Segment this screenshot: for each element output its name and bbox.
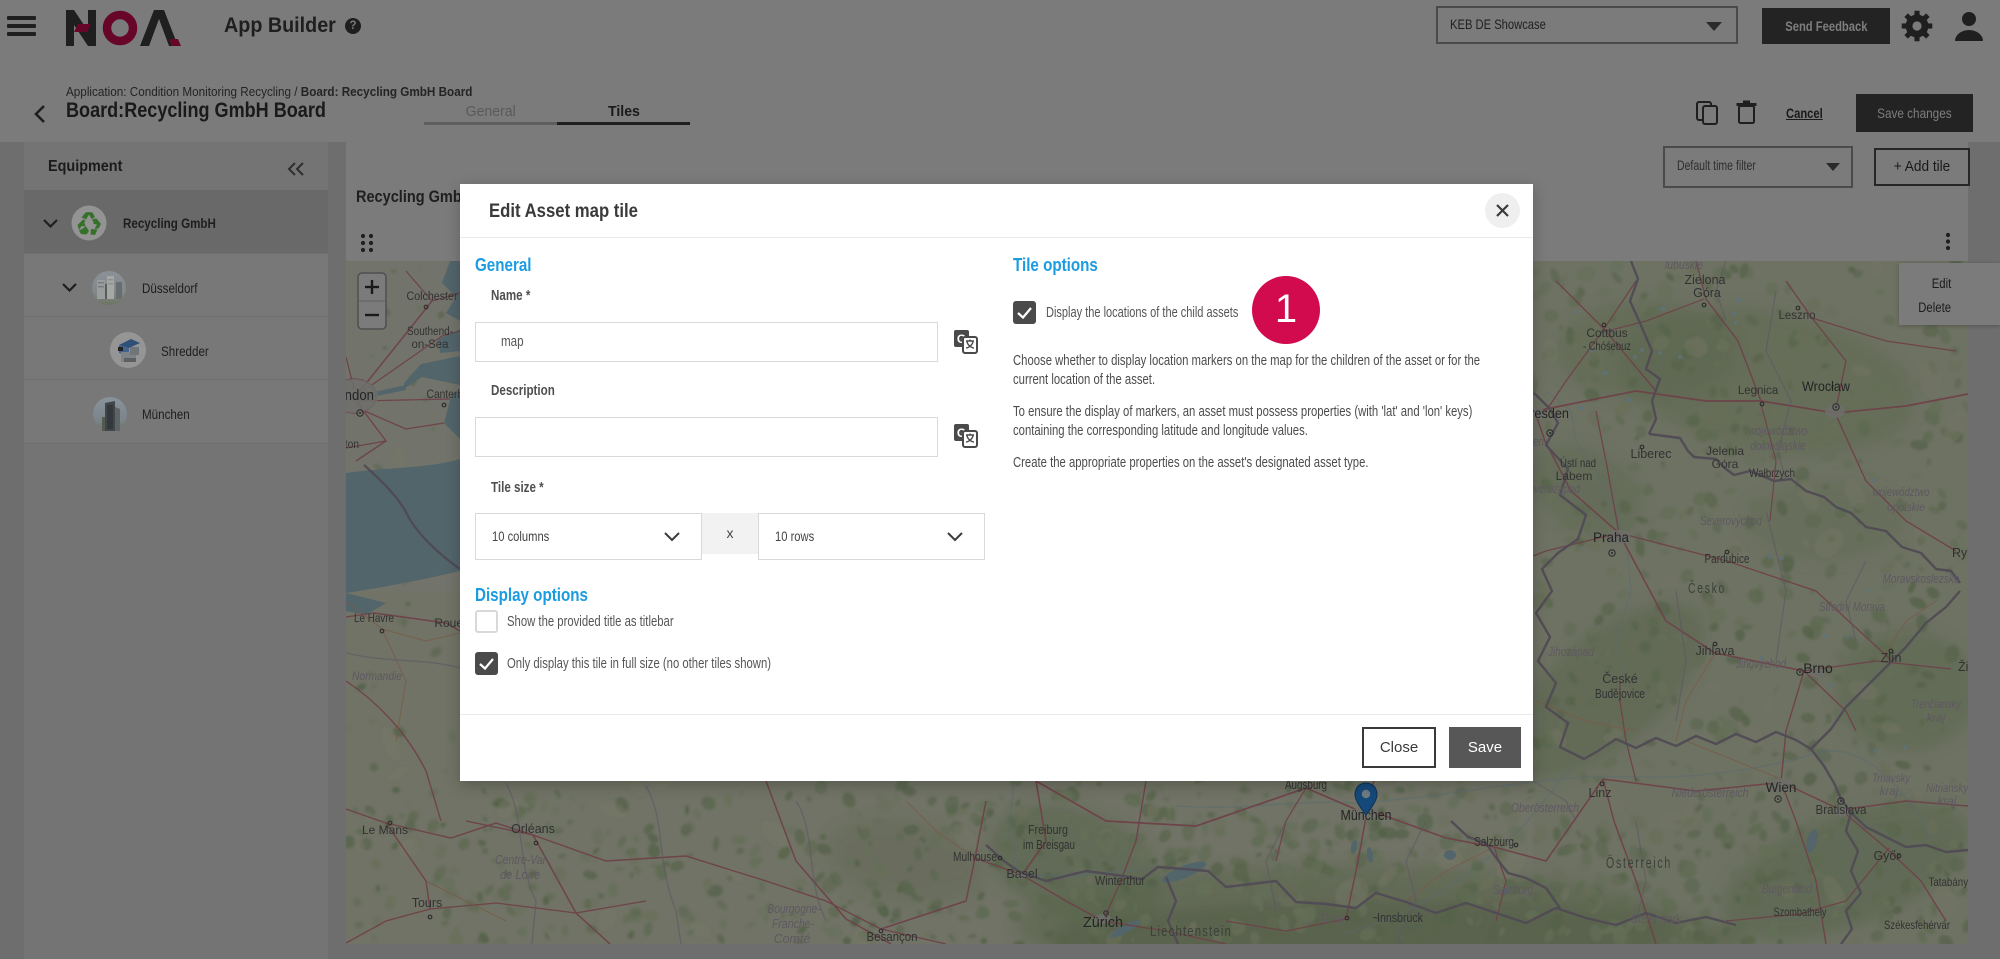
svg-text:Leszno: Leszno: [1778, 310, 1815, 322]
svg-text:Mulhouse: Mulhouse: [953, 850, 997, 864]
svg-text:- Chóśebuz: - Chóśebuz: [1583, 339, 1631, 353]
svg-text:Southend-: Southend-: [407, 326, 453, 338]
svg-text:Liberec: Liberec: [1631, 447, 1672, 461]
svg-text:Střední Morava: Střední Morava: [1819, 600, 1885, 614]
svg-text:Labem: Labem: [1556, 469, 1593, 483]
svg-text:Wien: Wien: [1766, 780, 1797, 795]
svg-text:Franche-: Franche-: [772, 917, 814, 931]
svg-text:Budějovice: Budějovice: [1595, 687, 1645, 701]
svg-text:Innsbruck: Innsbruck: [1377, 911, 1424, 925]
svg-text:Oberösterreich: Oberösterreich: [1511, 801, 1579, 815]
svg-text:Comté: Comté: [774, 932, 811, 944]
svg-text:Severovýchod: Severovýchod: [1700, 514, 1763, 528]
svg-text:Orléans: Orléans: [511, 822, 555, 836]
svg-text:Winterthur: Winterthur: [1095, 874, 1145, 888]
svg-text:Tirol: Tirol: [1318, 912, 1343, 926]
svg-text:Colchester: Colchester: [407, 291, 458, 303]
svg-text:Tours: Tours: [412, 896, 443, 910]
svg-text:Góra: Góra: [1712, 457, 1739, 471]
svg-text:Normandie: Normandie: [352, 669, 402, 683]
svg-text:Legnica: Legnica: [1738, 385, 1779, 397]
svg-text:Jihozápad: Jihozápad: [1547, 645, 1595, 659]
svg-text:Le Mans: Le Mans: [362, 823, 408, 837]
svg-text:de Loire: de Loire: [500, 868, 540, 882]
svg-text:kraj: kraj: [1938, 796, 1957, 808]
svg-text:województwo: województwo: [1749, 424, 1808, 438]
svg-text:Nitriansky: Nitriansky: [1926, 783, 1968, 795]
svg-text:Trenčiansky: Trenčiansky: [1911, 699, 1962, 711]
svg-text:Linz: Linz: [1589, 786, 1612, 800]
svg-text:im Breisgau: im Breisgau: [1023, 838, 1075, 852]
svg-text:Burgenland: Burgenland: [1762, 882, 1813, 896]
svg-text:London: London: [346, 388, 374, 404]
svg-text:Góra: Góra: [1693, 286, 1721, 300]
svg-text:Salzburg: Salzburg: [1474, 835, 1514, 849]
svg-text:Česko: Česko: [1688, 580, 1726, 597]
svg-text:kraj: kraj: [1927, 713, 1946, 725]
svg-text:Székesfehérvár: Székesfehérvár: [1884, 918, 1950, 932]
svg-text:Österreich: Österreich: [1606, 854, 1672, 872]
svg-text:Trnavsky: Trnavsky: [1872, 773, 1911, 785]
svg-text:Ústí nad: Ústí nad: [1560, 455, 1596, 470]
svg-text:Jelenia: Jelenia: [1706, 444, 1744, 458]
svg-text:Liechtenstein: Liechtenstein: [1150, 924, 1232, 940]
svg-text:Salzburg: Salzburg: [1493, 883, 1533, 897]
svg-text:Basel: Basel: [1006, 867, 1037, 881]
svg-text:Praha: Praha: [1593, 530, 1630, 545]
svg-text:Zürich: Zürich: [1083, 915, 1123, 931]
svg-text:województwo: województwo: [1873, 485, 1930, 499]
svg-text:Cottbus: Cottbus: [1586, 326, 1627, 340]
svg-text:Freiburg: Freiburg: [1028, 823, 1068, 837]
svg-text:Žil: Žil: [1958, 659, 1968, 674]
svg-text:Bourgogne-: Bourgogne-: [768, 902, 821, 916]
svg-text:Győr: Győr: [1873, 849, 1900, 863]
svg-text:dolnośląskie: dolnośląskie: [1751, 439, 1806, 453]
svg-text:Niederösterreich: Niederösterreich: [1672, 786, 1749, 800]
svg-text:Brighton: Brighton: [346, 439, 359, 451]
svg-text:Jihovýchod: Jihovýchod: [1735, 657, 1787, 671]
svg-text:lubuskie: lubuskie: [1665, 261, 1703, 272]
svg-text:Steiermark: Steiermark: [1631, 912, 1682, 926]
svg-text:Brno: Brno: [1803, 660, 1833, 676]
svg-text:Zielona: Zielona: [1685, 273, 1726, 287]
svg-text:opolskie: opolskie: [1887, 500, 1925, 514]
svg-text:Besançon: Besançon: [867, 930, 918, 944]
svg-text:Le Havre: Le Havre: [354, 611, 394, 625]
svg-text:Tatabánya: Tatabánya: [1929, 875, 1969, 889]
svg-text:Moravskoslezsko: Moravskoslezsko: [1883, 572, 1960, 586]
svg-text:Wałbrzych: Wałbrzych: [1749, 466, 1795, 480]
svg-text:on-Sea: on-Sea: [411, 339, 449, 351]
svg-text:Wrocław: Wrocław: [1802, 379, 1850, 394]
svg-text:Centre-Val: Centre-Val: [495, 853, 546, 867]
svg-text:Szombathely: Szombathely: [1774, 905, 1827, 919]
svg-text:Ryb: Ryb: [1952, 546, 1968, 560]
svg-text:České: České: [1602, 671, 1637, 686]
svg-text:kraj: kraj: [1880, 786, 1899, 798]
